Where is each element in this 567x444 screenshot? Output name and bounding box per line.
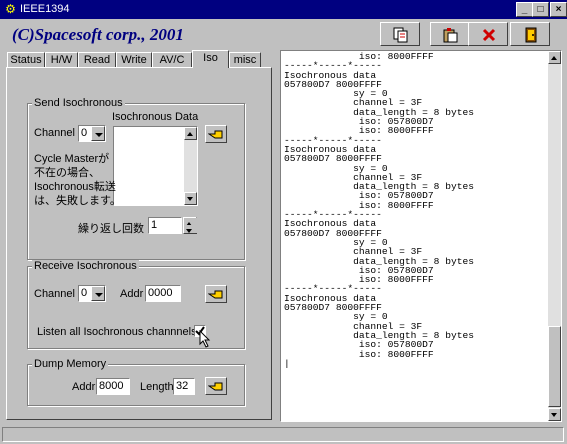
scroll-thumb[interactable] xyxy=(548,326,561,407)
status-bar xyxy=(0,424,567,444)
title-bar[interactable]: ⚙ IEEE1394 _ □ × xyxy=(0,0,567,19)
dump-button[interactable] xyxy=(205,377,227,395)
toolbar-clear-button[interactable] xyxy=(468,22,508,46)
receive-isochronous-group: Receive Isochronous Channel 0 Addr 0000 … xyxy=(27,260,245,349)
dump-addr-label: Addr xyxy=(72,381,96,393)
close-button[interactable]: × xyxy=(550,2,567,17)
tab-misc[interactable]: misc xyxy=(229,52,261,67)
mouse-cursor-icon xyxy=(199,330,211,348)
send-channel-value: 0 xyxy=(81,127,88,139)
dump-group-label: Dump Memory xyxy=(32,358,109,370)
send-isochronous-group: Send Isochronous Channel 0 Isochronous D… xyxy=(27,97,245,260)
tab-hw[interactable]: H/W xyxy=(45,52,78,67)
repeat-count-input[interactable]: 1 xyxy=(148,217,182,234)
receive-button[interactable] xyxy=(205,285,227,303)
spin-down-icon[interactable] xyxy=(184,225,197,233)
send-data-label: Isochronous Data xyxy=(112,111,199,123)
scroll-down-icon[interactable] xyxy=(548,408,561,421)
hand-pointer-icon xyxy=(208,290,223,299)
status-pane xyxy=(2,427,564,442)
send-group-label: Send Isochronous xyxy=(32,97,125,109)
clear-icon xyxy=(482,28,496,42)
tab-status[interactable]: Status xyxy=(7,52,45,67)
send-note-line: 不在の場合、 xyxy=(34,167,100,179)
window-title: IEEE1394 xyxy=(20,3,70,15)
dump-addr-input[interactable]: 8000 xyxy=(96,378,130,395)
send-channel-label: Channel xyxy=(34,127,75,139)
send-data-textarea[interactable] xyxy=(113,126,198,206)
maximize-icon: □ xyxy=(537,4,544,15)
minimize-button[interactable]: _ xyxy=(516,2,533,17)
toolbar-exit-button[interactable] xyxy=(510,22,550,46)
maximize-button[interactable]: □ xyxy=(532,2,549,17)
log-scrollbar[interactable] xyxy=(548,51,561,421)
send-note: Cycle Masterが 不在の場合、 Isochronous転送 は、失敗し… xyxy=(34,152,121,208)
tab-write[interactable]: Write xyxy=(116,52,152,67)
tab-read[interactable]: Read xyxy=(78,52,116,67)
repeat-count-spinner[interactable] xyxy=(183,217,197,234)
hand-pointer-icon xyxy=(208,130,223,139)
main-window: ⚙ IEEE1394 _ □ × (C)Spacesoft corp., 200… xyxy=(0,0,567,444)
scroll-down-icon[interactable] xyxy=(184,192,197,205)
chevron-down-icon[interactable] xyxy=(91,286,105,301)
receive-addr-input[interactable]: 0000 xyxy=(145,285,181,302)
dump-length-input[interactable]: 32 xyxy=(173,378,195,395)
send-note-line: Cycle Masterが xyxy=(34,153,110,165)
scroll-up-icon[interactable] xyxy=(548,51,561,64)
minimize-icon: _ xyxy=(521,4,528,15)
repeat-count-label: 繰り返し回数 xyxy=(78,223,144,235)
dump-memory-group: Dump Memory Addr 8000 Length 32 xyxy=(27,358,245,406)
toolbar-copy-button[interactable] xyxy=(380,22,420,46)
log-text: iso: 8000FFFF -----*-----*----- Isochron… xyxy=(284,51,474,369)
send-channel-select[interactable]: 0 xyxy=(78,125,106,142)
iso-tab-panel: Send Isochronous Channel 0 Isochronous D… xyxy=(6,67,272,420)
tab-avc[interactable]: AV/C xyxy=(152,52,192,67)
copy-icon xyxy=(393,27,408,43)
receive-channel-label: Channel xyxy=(34,288,75,300)
receive-channel-value: 0 xyxy=(81,287,88,299)
send-note-line: は、失敗します。 xyxy=(34,195,121,207)
hand-pointer-icon xyxy=(208,382,223,391)
close-icon: × xyxy=(555,4,562,15)
receive-group-label: Receive Isochronous xyxy=(32,260,139,272)
listen-all-label: Listen all Isochronous channnels xyxy=(37,326,197,338)
send-data-scrollbar[interactable] xyxy=(184,127,197,205)
send-button[interactable] xyxy=(205,125,227,143)
scroll-up-icon[interactable] xyxy=(184,127,197,140)
toolbar-paste-button[interactable] xyxy=(430,22,470,46)
brand-title: (C)Spacesoft corp., 2001 xyxy=(12,25,184,44)
log-output-area[interactable]: iso: 8000FFFF -----*-----*----- Isochron… xyxy=(280,50,562,422)
send-note-line: Isochronous転送 xyxy=(34,181,116,193)
chevron-down-icon[interactable] xyxy=(91,126,105,141)
app-icon[interactable]: ⚙ xyxy=(3,2,18,17)
receive-addr-label: Addr xyxy=(120,288,144,300)
tab-iso[interactable]: Iso xyxy=(192,50,229,68)
dump-length-label: Length xyxy=(140,381,174,393)
paste-icon xyxy=(443,28,458,43)
exit-door-icon xyxy=(525,27,537,43)
receive-channel-select[interactable]: 0 xyxy=(78,285,106,302)
